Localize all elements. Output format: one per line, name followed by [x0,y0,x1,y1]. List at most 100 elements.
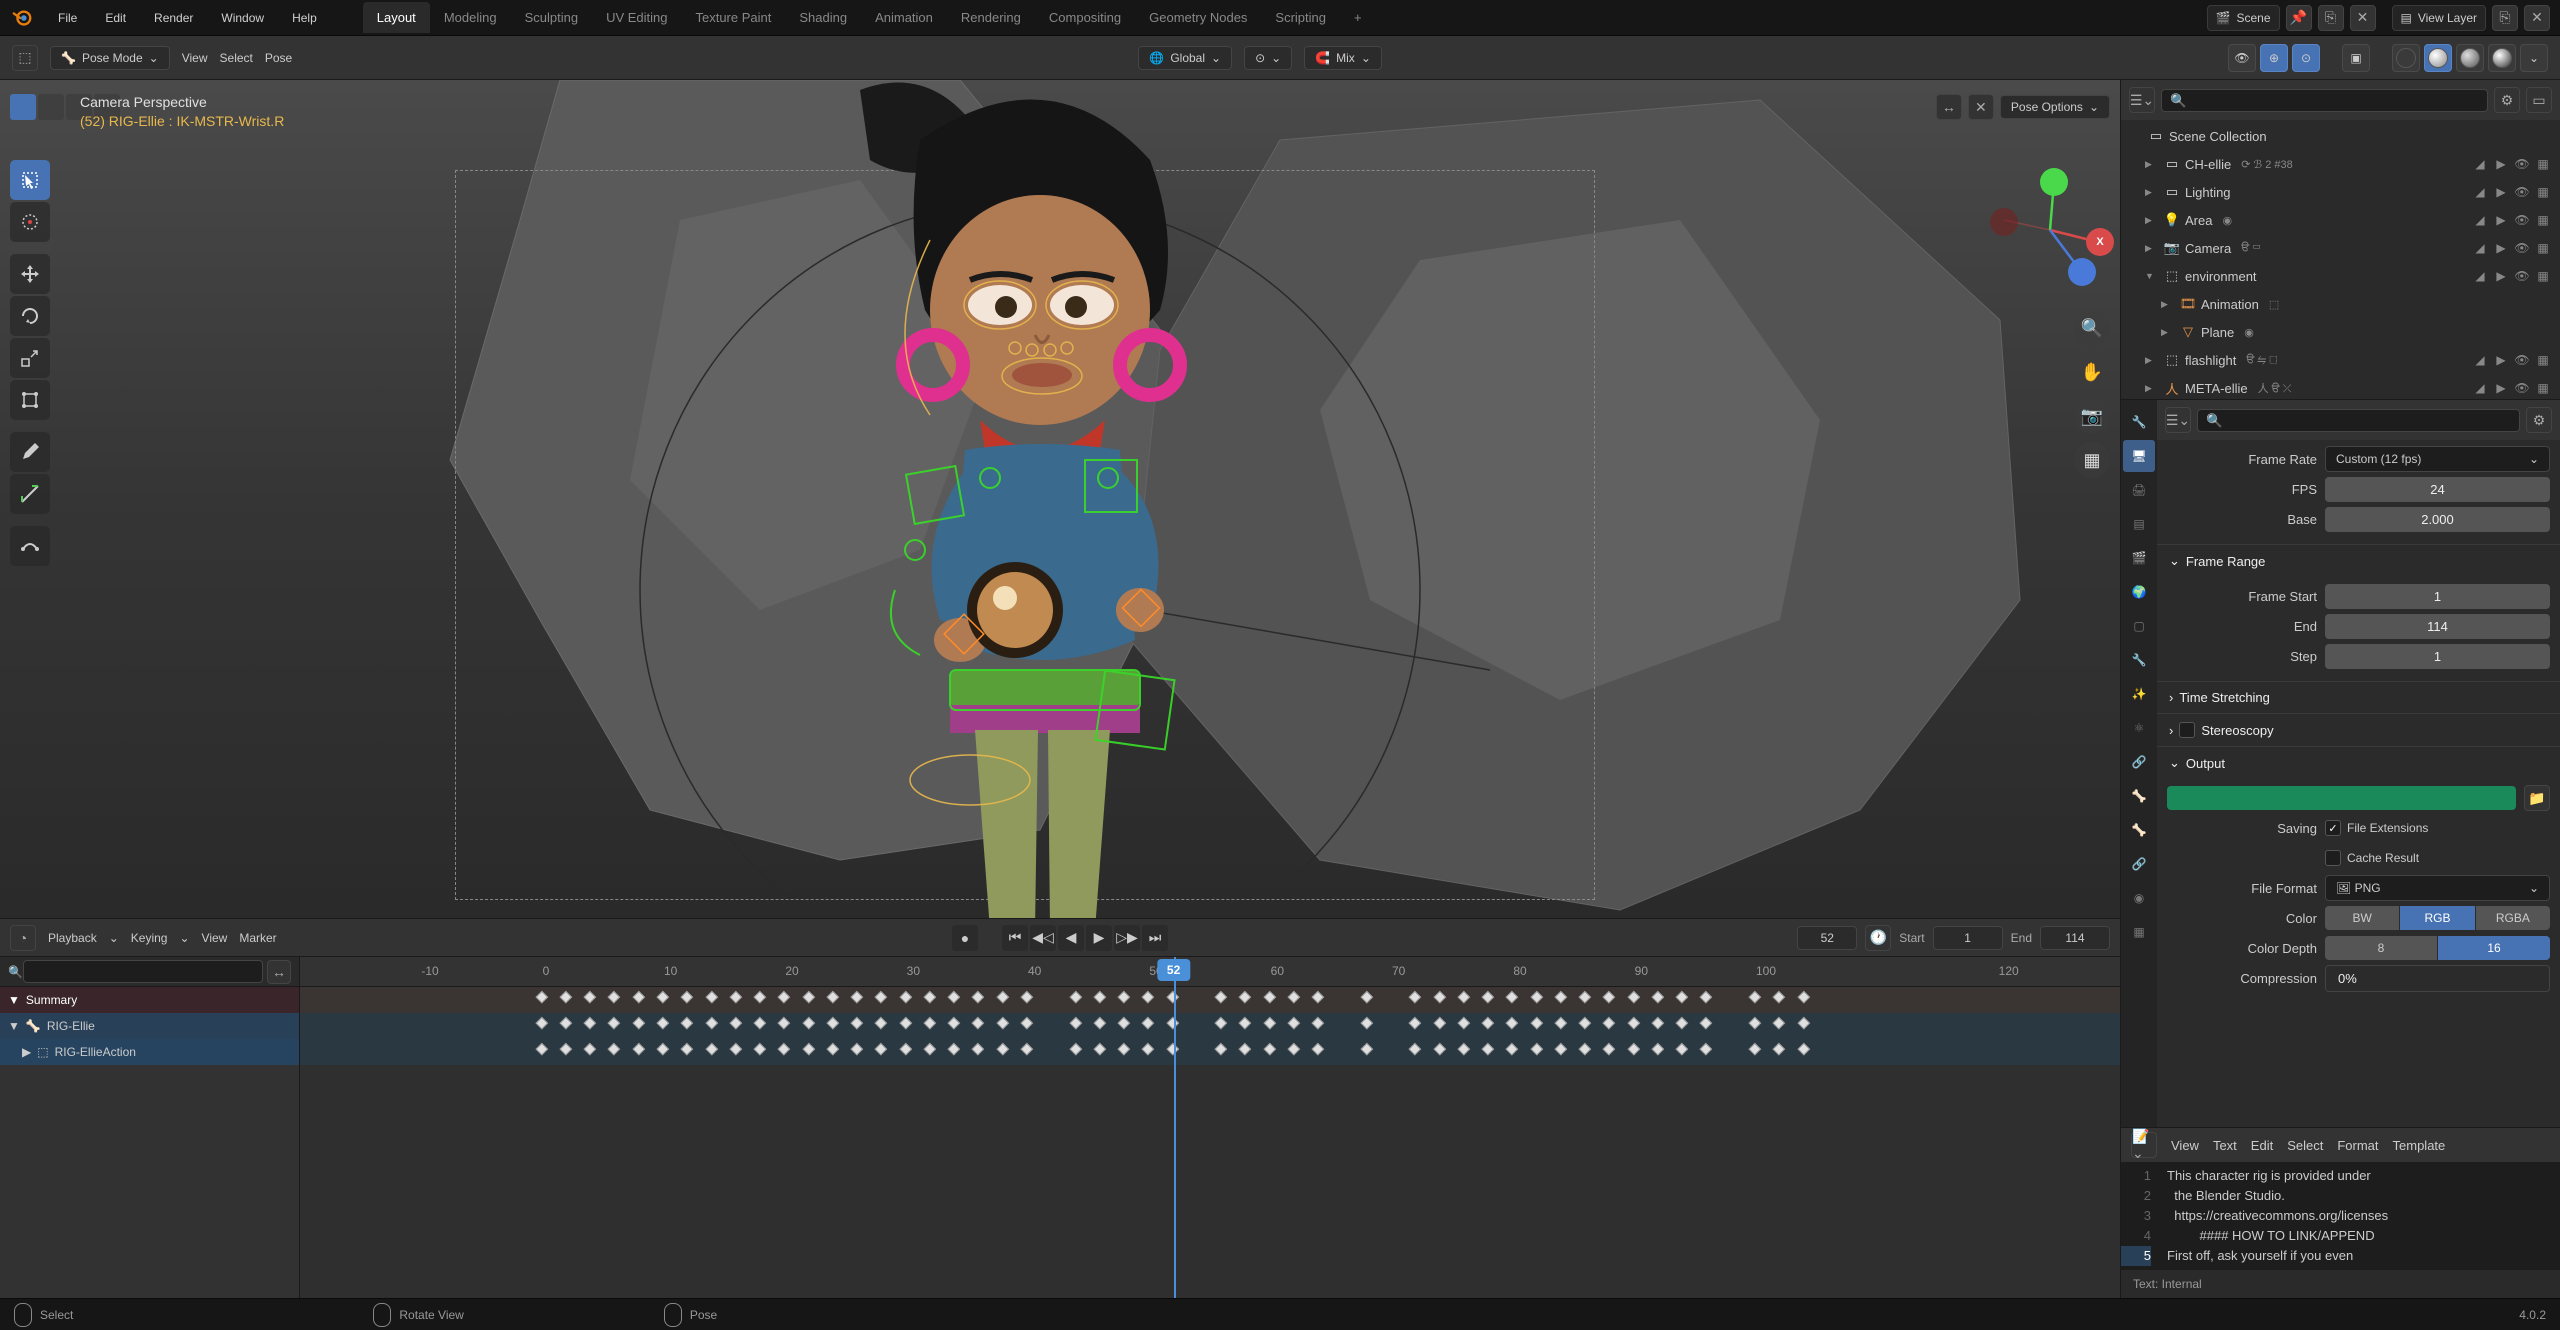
cache-checkbox[interactable] [2325,850,2341,866]
keyframe[interactable] [1312,1017,1325,1030]
browse-folder-icon[interactable]: 📁 [2524,785,2550,811]
scene-selector[interactable]: 🎬 Scene [2207,5,2280,31]
workspace-tab-modeling[interactable]: Modeling [430,2,511,33]
keyframe[interactable] [1651,1043,1664,1056]
gizmo-z[interactable] [2040,168,2068,196]
keyframe[interactable] [729,1043,742,1056]
keyframe[interactable] [1797,991,1810,1004]
layer-new-icon[interactable]: ⎘ [2492,5,2518,31]
frame-end[interactable]: 114 [2040,926,2110,950]
prop-tab-material[interactable]: ◉ [2123,882,2155,914]
keyframe[interactable] [899,1017,912,1030]
output-panel[interactable]: ⌄Output [2157,747,2560,779]
lock-icon[interactable]: ✕ [1968,94,1994,120]
keyframe[interactable] [1457,1017,1470,1030]
navigation-gizmo[interactable]: X [1990,170,2110,290]
gizmo-neg-x[interactable] [1990,208,2018,236]
tool-transform[interactable] [10,380,50,420]
color-bw[interactable]: BW [2325,906,2400,930]
keyframe[interactable] [972,991,985,1004]
keyframe[interactable] [1312,1043,1325,1056]
prop-tab-output[interactable]: 🖨 [2123,474,2155,506]
keyframe[interactable] [681,1043,694,1056]
keyframe[interactable] [1627,1017,1640,1030]
prop-tab-tool[interactable]: 🔧 [2123,406,2155,438]
channel-rig[interactable]: ▼🦴RIG-Ellie [0,1013,299,1039]
gizmo-toggle[interactable]: ⊕ [2260,44,2288,72]
tool-annotate[interactable] [10,432,50,472]
jump-next-key[interactable]: ▷▶ [1114,925,1140,951]
visibility-icon[interactable]: 👁 [2228,44,2256,72]
keyframe[interactable] [875,1017,888,1030]
frame-range-panel[interactable]: ⌄Frame Range [2157,545,2560,577]
keyframe[interactable] [1700,991,1713,1004]
keyframe[interactable] [1506,1017,1519,1030]
outline-item[interactable]: ▶▭CH-ellie⟳ ℬ 2 #38◢▶👁▦ [2121,150,2560,178]
dope-editor-type[interactable]: ◔ [10,925,36,951]
keyframe[interactable] [632,991,645,1004]
prop-tab-viewlayer[interactable]: ▤ [2123,508,2155,540]
keyframe[interactable] [1554,991,1567,1004]
keyframe[interactable] [1579,1017,1592,1030]
keyframe[interactable] [1748,991,1761,1004]
keyframe[interactable] [923,991,936,1004]
keyframe[interactable] [923,1043,936,1056]
keyframe[interactable] [1287,1043,1300,1056]
prop-tab-constraint[interactable]: 🔗 [2123,746,2155,778]
workspace-tab-texture[interactable]: Texture Paint [681,2,785,33]
keyframe[interactable] [754,1043,767,1056]
keyframe[interactable] [705,991,718,1004]
channel-search[interactable] [23,960,263,983]
keyframe[interactable] [608,1043,621,1056]
keyframe[interactable] [1773,1017,1786,1030]
keyframe[interactable] [1797,1043,1810,1056]
mirror-icon[interactable]: ↔ [1936,94,1962,120]
outline-item[interactable]: ▶▭Lighting◢▶👁▦ [2121,178,2560,206]
gizmo-y[interactable] [2068,258,2096,286]
stereoscopy-panel[interactable]: ›Stereoscopy [2157,714,2560,746]
blender-logo-icon[interactable] [10,6,34,30]
keyframe[interactable] [826,991,839,1004]
workspace-tab-uv[interactable]: UV Editing [592,2,681,33]
snap-selector[interactable]: 🧲 Mix ⌄ [1304,46,1382,70]
keyframe[interactable] [584,1017,597,1030]
keyframe[interactable] [1020,1043,1033,1056]
keyframe[interactable] [996,991,1009,1004]
keyframe[interactable] [802,991,815,1004]
pan-icon[interactable]: ✋ [2074,354,2110,390]
keyframe[interactable] [1457,1043,1470,1056]
workspace-tab-scripting[interactable]: Scripting [1261,2,1340,33]
text-edit-menu[interactable]: Edit [2251,1138,2273,1153]
scene-new-icon[interactable]: ⎘ [2318,5,2344,31]
workspace-tab-compositing[interactable]: Compositing [1035,2,1135,33]
keyframe[interactable] [1093,1017,1106,1030]
use-preview-range[interactable]: 🕐 [1865,925,1891,951]
text-editor-type[interactable]: 📝⌄ [2131,1132,2157,1158]
depth-8[interactable]: 8 [2325,936,2438,960]
pivot-selector[interactable]: ⊙⌄ [1244,46,1292,70]
outliner-search[interactable] [2161,89,2488,112]
jump-start[interactable]: ⏮ [1002,925,1028,951]
workspace-tab-rendering[interactable]: Rendering [947,2,1035,33]
keyframe[interactable] [802,1043,815,1056]
keyframe[interactable] [1676,1017,1689,1030]
channel-summary[interactable]: ▼Summary [0,987,299,1013]
keyframe[interactable] [681,1017,694,1030]
keyframe[interactable] [1409,1017,1422,1030]
overlay-toggle[interactable]: ⊙ [2292,44,2320,72]
workspace-tab-animation[interactable]: Animation [861,2,947,33]
layer-delete-icon[interactable]: ✕ [2524,5,2550,31]
outline-item[interactable]: ▶人META-ellie人 ੳ ⤫◢▶👁▦ [2121,374,2560,399]
tool-cursor[interactable] [10,202,50,242]
keyframe[interactable] [851,1017,864,1030]
keyframe[interactable] [1676,991,1689,1004]
keyframe[interactable] [1263,991,1276,1004]
keyframe[interactable] [1409,1043,1422,1056]
scene-delete-icon[interactable]: ✕ [2350,5,2376,31]
shading-material[interactable] [2456,44,2484,72]
keyframe[interactable] [948,1043,961,1056]
menu-edit[interactable]: Edit [93,5,138,31]
keyframe[interactable] [729,1017,742,1030]
jump-prev-key[interactable]: ◀◁ [1030,925,1056,951]
tool-scale[interactable] [10,338,50,378]
